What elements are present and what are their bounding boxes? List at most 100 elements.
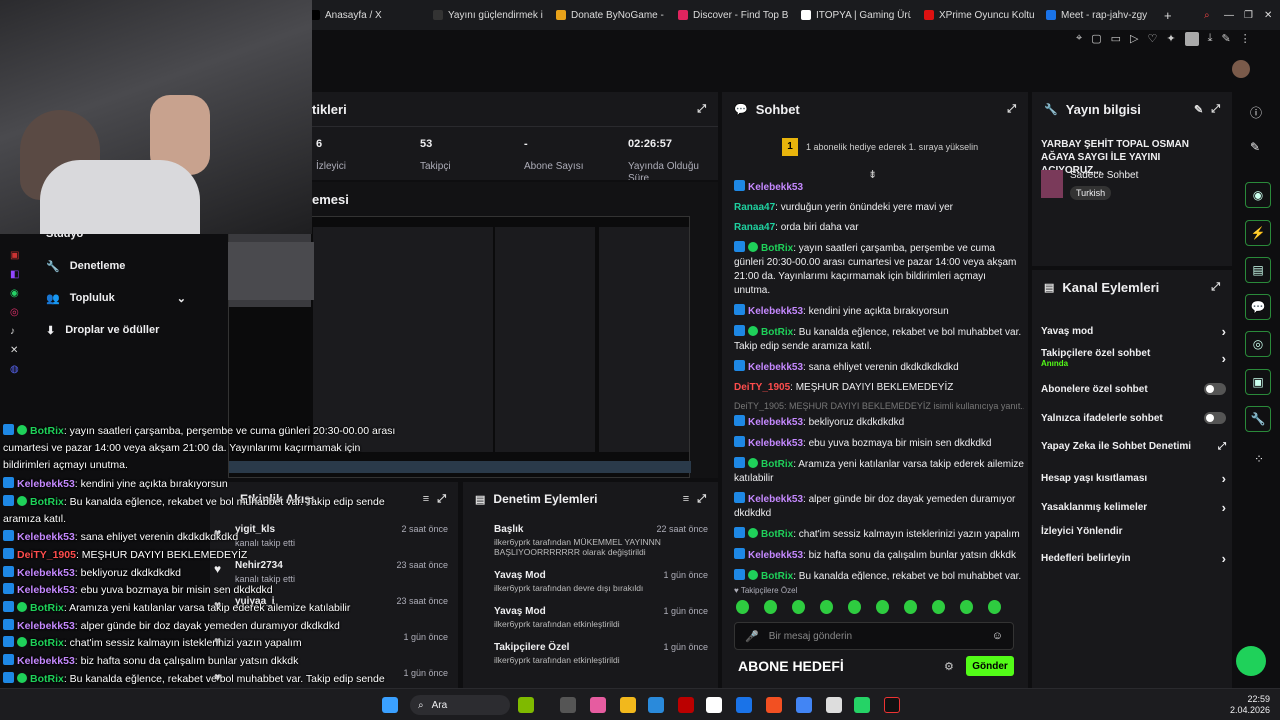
chat-username[interactable]: Kelebekk53 bbox=[748, 306, 803, 317]
archive-icon[interactable]: ▣ bbox=[1245, 369, 1271, 395]
channel-action-row[interactable]: Takipçilere özel sohbet Anında › bbox=[1041, 348, 1226, 368]
app-icon-1[interactable] bbox=[518, 697, 534, 713]
chat-message[interactable]: BotRix: yayın saatleri çarşamba, perşemb… bbox=[734, 241, 1024, 298]
emote-icon[interactable] bbox=[764, 600, 777, 614]
chrome-icon[interactable] bbox=[796, 697, 812, 713]
chevron-right-icon[interactable]: › bbox=[1222, 324, 1226, 339]
chat-username[interactable]: Kelebekk53 bbox=[748, 417, 803, 428]
emote-icon[interactable] bbox=[820, 600, 833, 614]
taskbar-search[interactable]: ⌕ Ara bbox=[410, 695, 510, 715]
menu-icon[interactable]: ⋮ bbox=[1240, 32, 1251, 46]
edge-icon[interactable] bbox=[648, 697, 664, 713]
hype-banner[interactable]: 1 1 abonelik hediye ederek 1. sıraya yük… bbox=[782, 138, 978, 156]
clipboard-icon[interactable]: ▤ bbox=[1245, 257, 1271, 283]
chat-username[interactable]: BotRix bbox=[761, 529, 793, 540]
tools-icon[interactable]: 🔧 bbox=[1245, 406, 1271, 432]
external-link-icon[interactable]: ⤢ bbox=[1218, 441, 1226, 452]
filter-icon[interactable]: ≡ bbox=[423, 493, 429, 505]
chat-message[interactable]: Kelebekk53: kendini yine açıkta bırakıyo… bbox=[734, 304, 1024, 319]
info-icon[interactable]: ⓘ bbox=[1250, 104, 1262, 121]
nav-item-drops[interactable]: ⬇ Droplar ve ödüller bbox=[46, 324, 159, 337]
crop-icon[interactable]: ▢ bbox=[1091, 32, 1101, 46]
instagram-icon[interactable]: ◎ bbox=[10, 307, 19, 318]
chat-message[interactable]: DeiTY_1905: MEŞHUR DAYIYI BEKLEMEDEYİZ bbox=[734, 381, 1024, 395]
popout-icon[interactable]: ⤢ bbox=[1211, 281, 1220, 294]
play-icon[interactable]: ▷ bbox=[1130, 32, 1138, 46]
close-icon[interactable]: ✕ bbox=[1264, 6, 1272, 24]
chat-message[interactable]: BotRix: chat'im sessiz kalmayın istekler… bbox=[734, 527, 1024, 542]
chat-username[interactable]: BotRix bbox=[761, 327, 793, 338]
browser-tab[interactable]: Anasayfa / X bbox=[310, 6, 420, 24]
chat-username[interactable]: Ranaa47 bbox=[734, 222, 775, 233]
minimize-icon[interactable]: — bbox=[1224, 6, 1234, 24]
emote-icon[interactable] bbox=[876, 600, 889, 614]
broadcast-icon[interactable]: ◎ bbox=[1245, 331, 1271, 357]
chat-username[interactable]: BotRix bbox=[761, 459, 793, 470]
channel-action-row[interactable]: Hedefleri belirleyin › bbox=[1041, 551, 1226, 566]
clock[interactable]: 22:59 2.04.2026 bbox=[1220, 694, 1270, 716]
toggle-switch[interactable] bbox=[1204, 383, 1226, 395]
popout-icon[interactable]: ⤢ bbox=[697, 103, 706, 116]
puzzle-icon[interactable]: ✦ bbox=[1166, 32, 1175, 46]
app-icon-6[interactable] bbox=[826, 697, 842, 713]
search-icon[interactable]: ⌕ bbox=[1204, 6, 1210, 24]
settings-icon[interactable]: ⚙ bbox=[944, 660, 954, 673]
ai-icon[interactable]: ✎ bbox=[1221, 32, 1230, 46]
channel-action-row[interactable]: Yavaş mod › bbox=[1041, 324, 1226, 339]
download-icon[interactable]: ⤓ bbox=[1208, 32, 1213, 46]
emote-icon[interactable] bbox=[848, 600, 861, 614]
browser-tab[interactable]: XPrime Oyuncu Koltuğ bbox=[924, 6, 1034, 24]
x-icon[interactable]: ✕ bbox=[10, 345, 19, 356]
emote-icon[interactable] bbox=[904, 600, 917, 614]
whatsapp-taskbar-icon[interactable] bbox=[854, 697, 870, 713]
browser-tab[interactable]: ITOPYA | Gaming Ürünle bbox=[801, 6, 911, 24]
chat-username[interactable]: Kelebekk53 bbox=[748, 438, 803, 449]
edit-icon[interactable]: ✎ bbox=[1194, 103, 1203, 116]
chat-message[interactable]: Ranaa47: vurduğun yerin önündeki yere ma… bbox=[734, 201, 1024, 215]
chevron-right-icon[interactable]: › bbox=[1222, 351, 1226, 366]
maximize-icon[interactable]: ❐ bbox=[1244, 6, 1253, 24]
chat-username[interactable]: DeiTY_1905 bbox=[734, 382, 790, 393]
lightning-icon[interactable]: ⚡ bbox=[1245, 220, 1271, 246]
chat-input[interactable]: 🎤 Bir mesaj gönderin ☺ bbox=[734, 622, 1014, 650]
chat-message[interactable]: Kelebekk53 bbox=[734, 180, 1024, 195]
popout-icon[interactable]: ⤢ bbox=[437, 493, 446, 506]
chat-username[interactable]: Kelebekk53 bbox=[748, 182, 803, 193]
copilot-icon[interactable] bbox=[590, 697, 606, 713]
explorer-icon[interactable] bbox=[620, 697, 636, 713]
emote-icon[interactable] bbox=[988, 600, 1001, 614]
screen-icon[interactable]: ▭ bbox=[1111, 32, 1121, 46]
whatsapp-icon[interactable]: ◉ bbox=[10, 288, 19, 299]
nav-item-community[interactable]: 👥 Topluluk ⌄ bbox=[46, 292, 186, 305]
m-icon[interactable]: ▣ bbox=[10, 250, 19, 261]
chevron-right-icon[interactable]: › bbox=[1222, 551, 1226, 566]
emote-icon[interactable] bbox=[960, 600, 973, 614]
popout-icon[interactable]: ⤢ bbox=[1211, 103, 1220, 116]
filter-icon[interactable]: ≡ bbox=[683, 493, 689, 505]
chat-message[interactable]: Kelebekk53: sana ehliyet verenin dkdkdkd… bbox=[734, 360, 1024, 375]
discord-icon[interactable]: ◍ bbox=[10, 364, 19, 375]
chevron-right-icon[interactable]: › bbox=[1222, 500, 1226, 515]
chat-username[interactable]: Kelebekk53 bbox=[748, 362, 803, 373]
chat-username[interactable]: Kelebekk53 bbox=[748, 550, 803, 561]
chat-username[interactable]: Kelebekk53 bbox=[748, 494, 803, 505]
chat-username[interactable]: Ranaa47 bbox=[734, 202, 775, 213]
chat-message[interactable]: BotRix: Bu kanalda eğlence, rekabet ve b… bbox=[734, 325, 1024, 354]
chat-message[interactable]: Kelebekk53: bekliyoruz dkdkdkdkd bbox=[734, 415, 1024, 430]
emote-icon[interactable] bbox=[932, 600, 945, 614]
apps-icon[interactable]: ⁘ bbox=[1254, 452, 1264, 466]
channel-action-row[interactable]: Hesap yaşı kısıtlaması › bbox=[1041, 471, 1226, 486]
chat-username[interactable]: BotRix bbox=[761, 243, 793, 254]
browser-tab[interactable]: Donate ByNoGame - Ak bbox=[556, 6, 666, 24]
chat-message[interactable]: Kelebekk53: alper günde bir doz dayak ye… bbox=[734, 492, 1024, 521]
emote-icon[interactable] bbox=[736, 600, 749, 614]
camera-icon[interactable]: ◉ bbox=[1245, 182, 1271, 208]
chat-message[interactable]: Kelebekk53: biz hafta sonu da çalışalım … bbox=[734, 548, 1024, 563]
chat-username[interactable]: BotRix bbox=[761, 571, 793, 580]
bookmark-icon[interactable]: ⌖ bbox=[1076, 32, 1082, 46]
chat-message[interactable]: BotRix: Bu kanalda eğlence, rekabet ve b… bbox=[734, 569, 1024, 580]
twitch-icon[interactable]: ◧ bbox=[10, 269, 19, 280]
toggle-switch[interactable] bbox=[1204, 412, 1226, 424]
category-name[interactable]: Sadece Sohbet bbox=[1070, 170, 1138, 181]
emote-icon[interactable] bbox=[792, 600, 805, 614]
